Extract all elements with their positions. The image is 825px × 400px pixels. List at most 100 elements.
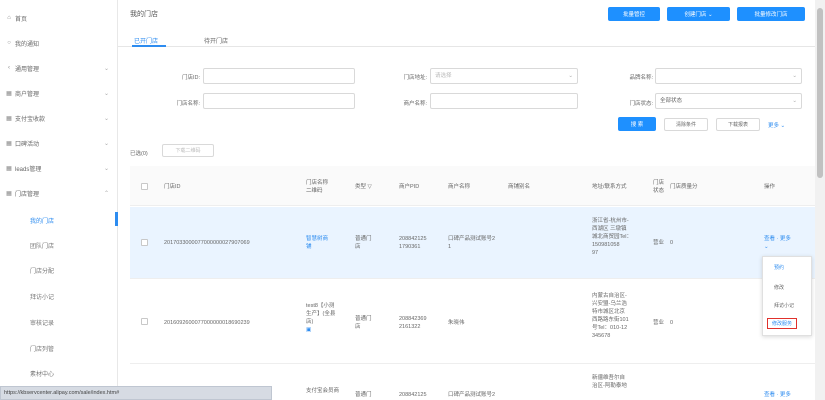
sidebar-subitem-materials[interactable]: 素材中心 xyxy=(30,369,54,378)
sidebar-subitem-visit-notes[interactable]: 拜访小记 xyxy=(30,292,54,301)
cell-merchant-pid: 208842369 2161322 xyxy=(399,316,427,330)
table-row[interactable]: 2016092600077000000018690239 test8【小测 生产… xyxy=(130,280,815,364)
cell-store-name-link[interactable]: 智慧树商 铺 xyxy=(306,235,328,251)
grid-icon: ▦ xyxy=(6,165,12,172)
search-button[interactable]: 搜 索 xyxy=(618,117,656,131)
cell-type: 普通门 xyxy=(355,392,372,398)
cell-quality-score: 0 xyxy=(670,240,674,246)
cell-merchant-name: 口碑产品测试账号2 xyxy=(448,392,496,398)
table-row[interactable]: 2017033000077000000027907069 智慧树商 铺 普通门 … xyxy=(130,207,815,279)
cell-store-name: test8【小测 生产】(全县 店) xyxy=(306,303,336,325)
th-status: 门店 状态 xyxy=(653,180,665,194)
chevron-down-icon: ⌄ xyxy=(792,73,797,79)
cell-merchant-name: 朱晓伟 xyxy=(448,320,465,326)
cell-quality-score: 0 xyxy=(670,320,674,326)
th-merchant-name: 商户名称 xyxy=(448,184,471,190)
store-status-label: 门店状态: xyxy=(629,101,653,107)
clear-conditions-button[interactable]: 清除条件 xyxy=(664,118,708,131)
sidebar-item-label: 通用管理 xyxy=(15,66,40,73)
cell-status: 营业 xyxy=(653,240,665,246)
tab-open-stores[interactable]: 已开门店 xyxy=(134,36,158,45)
sidebar-item-merchant[interactable]: ▦ 商户管理 ⌄ xyxy=(0,84,118,102)
sidebar-item-alipay-collect[interactable]: ▦ 支付宝收款 ⌄ xyxy=(0,109,118,127)
cell-address: 内蒙古自治区- 兴安盟-乌兰浩 特市城区北京 西路路东街101 号Tel：010… xyxy=(592,293,629,339)
merchant-name-input[interactable] xyxy=(430,93,578,109)
qr-code-icon[interactable]: ▣ xyxy=(306,326,311,334)
store-id-label: 门店ID: xyxy=(181,75,200,81)
sidebar-item-home[interactable]: ⌂ 首页 xyxy=(0,9,118,27)
tab-pending-stores[interactable]: 待开门店 xyxy=(204,36,228,45)
batch-edit-stores-button[interactable]: 批量修改门店 xyxy=(737,7,805,21)
store-address-select[interactable]: 请选择 ⌄ xyxy=(430,68,578,84)
row-actions-link[interactable]: 查看 · 更多 xyxy=(764,391,791,399)
tab-underline xyxy=(132,45,166,47)
dropdown-item-edit[interactable]: 修改 xyxy=(774,284,784,291)
sidebar-item-notifications[interactable]: ○ 我的通知 xyxy=(0,34,118,52)
th-store-id: 门店ID xyxy=(164,184,181,190)
sidebar-item-label: 商户管理 xyxy=(15,91,40,98)
create-store-button[interactable]: 创建门店 ⌄ xyxy=(667,7,730,21)
status-bar-url: https://kbservcenter.alipay.com/sale/ind… xyxy=(0,386,272,400)
chevron-down-icon: ⌄ xyxy=(792,98,797,104)
sidebar-item-label: 门店管理 xyxy=(15,191,40,198)
grid-icon: ▦ xyxy=(6,115,12,122)
cell-merchant-pid: 208842125 xyxy=(399,392,427,398)
sidebar-item-label: 首页 xyxy=(15,16,28,23)
grid-icon: ▦ xyxy=(6,90,12,97)
page-title: 我的门店 xyxy=(130,11,158,18)
th-shop-alias: 商铺别名 xyxy=(508,184,531,190)
grid-icon: ▦ xyxy=(6,190,12,197)
more-filters-link[interactable]: 更多 ⌄ xyxy=(768,121,785,129)
cell-type: 普通门 店 xyxy=(355,236,372,250)
sidebar-subitem-team-stores[interactable]: 团队门店 xyxy=(30,241,54,250)
th-store-name: 门店名称 二维码 xyxy=(306,180,329,194)
dropdown-item-visit-notes[interactable]: 拜访小记 xyxy=(774,302,794,309)
grid-icon: ▦ xyxy=(6,140,12,147)
brand-name-select[interactable]: ⌄ xyxy=(655,68,802,84)
cell-store-name: 支付宝会员商 xyxy=(306,388,340,394)
chevron-down-icon: ⌄ xyxy=(104,115,110,122)
download-qr-button[interactable]: 下载二维码 xyxy=(162,144,214,157)
sidebar-item-label: leads管理 xyxy=(15,166,42,173)
sidebar-subitem-store-list[interactable]: 门店列管 xyxy=(30,344,54,353)
sidebar-subitem-audit-records[interactable]: 审核记录 xyxy=(30,318,54,327)
sidebar-item-koubei-activity[interactable]: ▦ 口碑活动 ⌄ xyxy=(0,134,118,152)
store-address-label: 门店地址: xyxy=(403,75,427,81)
th-quality-score: 门店质量分 xyxy=(670,184,698,190)
selected-count: 已选(0) xyxy=(130,151,148,157)
chevron-down-icon: ⌄ xyxy=(104,65,110,72)
cell-store-id: 2016092600077000000018690239 xyxy=(164,320,250,326)
dropdown-item-reserve[interactable]: 预约 xyxy=(774,264,784,271)
cell-address: 浙江省-杭州市- 西湖区 三墩镇 城北商贸园Tel： 150981058 97 xyxy=(592,218,633,256)
sidebar-item-label: 支付宝收款 xyxy=(15,116,46,123)
sidebar-item-label: 口碑活动 xyxy=(15,141,40,148)
store-status-value: 全部状态 xyxy=(660,98,683,104)
sidebar-item-store-manage[interactable]: ▦ 门店管理 ⌃ xyxy=(0,184,118,202)
cell-merchant-pid: 208842125 1790361 xyxy=(399,236,427,250)
row-checkbox[interactable] xyxy=(141,318,148,325)
store-id-input[interactable] xyxy=(203,68,355,84)
batch-manage-button[interactable]: 批量管控 xyxy=(608,7,660,21)
share-icon: ‹ xyxy=(8,65,10,71)
sidebar-item-leads[interactable]: ▦ leads管理 ⌄ xyxy=(0,159,118,177)
th-type[interactable]: 类型 ▽ xyxy=(355,183,372,191)
store-status-select[interactable]: 全部状态 ⌄ xyxy=(655,93,802,109)
select-all-checkbox[interactable] xyxy=(141,183,148,190)
sidebar-subitem-my-stores[interactable]: 我的门店 xyxy=(30,216,54,225)
main-content: 我的门店 批量管控 创建门店 ⌄ 批量修改门店 已开门店 待开门店 门店ID: … xyxy=(118,0,815,400)
sidebar-item-general[interactable]: ‹ 通用管理 ⌄ xyxy=(0,59,118,77)
cell-status: 营业 xyxy=(653,320,665,326)
store-name-label: 门店名称: xyxy=(176,101,200,107)
scrollbar-thumb[interactable] xyxy=(817,8,823,178)
row-actions-link[interactable]: 查看 · 更多 ⌄ xyxy=(764,235,791,251)
chevron-up-icon: ⌃ xyxy=(104,190,110,197)
dropdown-item-edit-service[interactable]: 修改服务 xyxy=(767,318,798,329)
cell-merchant-name: 口碑产品测试账号2 1 xyxy=(448,236,496,250)
row-checkbox[interactable] xyxy=(141,239,148,246)
sidebar: ⌂ 首页 ○ 我的通知 ‹ 通用管理 ⌄ ▦ 商户管理 ⌄ ▦ 支付宝收款 ⌄ … xyxy=(0,0,118,400)
store-name-input[interactable] xyxy=(203,93,355,109)
sidebar-subitem-store-assign[interactable]: 门店分配 xyxy=(30,266,54,275)
download-report-button[interactable]: 下载报表 xyxy=(716,118,760,131)
page-scrollbar[interactable] xyxy=(815,0,825,400)
brand-name-label: 品牌名称: xyxy=(629,75,653,81)
